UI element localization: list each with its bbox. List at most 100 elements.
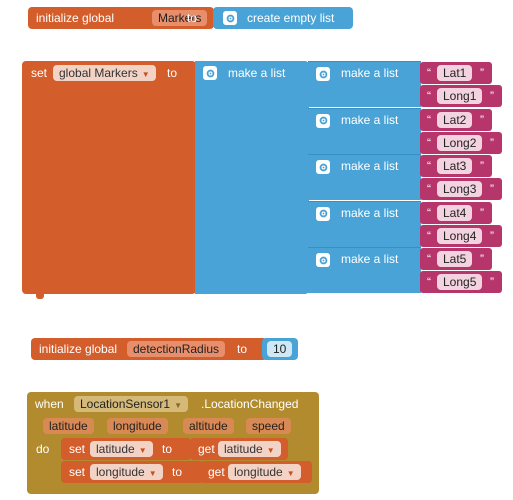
to-label: to (167, 66, 178, 80)
create-empty-list-block[interactable]: create empty list (213, 7, 353, 29)
to-label: to (237, 342, 248, 356)
to-label: to (187, 11, 198, 25)
open-quote: “ (427, 205, 431, 220)
get-var-label: longitude (234, 465, 283, 479)
gear-icon[interactable] (316, 253, 330, 267)
set-longitude-block[interactable]: set longitude ▼ to (61, 461, 203, 483)
var-name-field[interactable]: Markers (152, 10, 208, 26)
make-a-list-label: make a list (341, 205, 399, 220)
set-markers-block[interactable]: set global Markers ▼ to (22, 61, 196, 294)
var-dropdown[interactable]: global Markers ▼ (53, 65, 156, 81)
text-value-field[interactable]: Long2 (437, 134, 483, 151)
set-label: set (69, 442, 86, 456)
inner-make-a-list-block[interactable]: make a list (308, 61, 421, 107)
make-a-list-label: make a list (228, 66, 286, 80)
text-value-field[interactable]: Lat5 (437, 251, 473, 267)
create-empty-list-label: create empty list (247, 11, 335, 25)
close-quote: ” (480, 66, 484, 80)
set-latitude-block[interactable]: set latitude ▼ to (61, 438, 191, 460)
text-string-block[interactable]: “ Long2 ” (420, 131, 502, 154)
text-string-block[interactable]: “ Long5 ” (420, 271, 502, 293)
text-string-block[interactable]: “ Lat5 ” (420, 248, 492, 270)
text-string-block[interactable]: “ Long4 ” (420, 224, 502, 247)
param-altitude[interactable]: altitude (183, 418, 234, 434)
close-quote: ” (480, 205, 484, 220)
outer-make-a-list-block[interactable]: make a list (195, 61, 309, 294)
set-label: set (69, 465, 86, 479)
chevron-down-icon: ▼ (138, 446, 147, 455)
gear-icon[interactable] (203, 66, 217, 80)
text-string-block[interactable]: “ Long1 ” (420, 85, 502, 107)
inner-make-a-list-block[interactable]: make a list (308, 107, 421, 154)
gear-icon[interactable] (316, 160, 330, 174)
text-value-field[interactable]: Lat1 (437, 65, 473, 81)
var-dropdown[interactable]: longitude ▼ (90, 464, 163, 480)
chevron-down-icon: ▼ (174, 401, 182, 410)
init-label: initialize global (39, 342, 118, 356)
var-dropdown[interactable]: latitude ▼ (90, 441, 153, 457)
param-speed[interactable]: speed (246, 418, 291, 434)
make-a-list-label: make a list (341, 112, 399, 127)
to-label: to (172, 465, 183, 479)
open-quote: “ (427, 66, 431, 80)
init-label: initialize global (36, 11, 115, 25)
close-quote: ” (480, 112, 484, 127)
get-var-dropdown[interactable]: latitude ▼ (218, 441, 281, 457)
get-var-dropdown[interactable]: longitude ▼ (228, 464, 301, 480)
text-string-block[interactable]: “ Lat2 ” (420, 108, 492, 131)
get-latitude-block[interactable]: get latitude ▼ (190, 438, 288, 460)
open-quote: “ (427, 252, 431, 266)
gear-icon[interactable] (316, 67, 330, 81)
open-quote: “ (427, 112, 431, 127)
close-quote: ” (490, 89, 494, 103)
param-longitude[interactable]: longitude (107, 418, 168, 434)
var-dropdown-label: latitude (96, 442, 135, 456)
param-latitude[interactable]: latitude (43, 418, 94, 434)
when-label: when (35, 397, 64, 411)
block-notch (36, 293, 44, 299)
inner-make-a-list-block[interactable]: make a list (308, 200, 421, 247)
make-a-list-label: make a list (341, 159, 399, 173)
text-value-field[interactable]: Lat2 (437, 111, 473, 128)
make-a-list-label: make a list (341, 252, 399, 266)
text-value-field[interactable]: Long1 (437, 88, 483, 104)
open-quote: “ (427, 275, 431, 289)
close-quote: ” (490, 182, 494, 196)
close-quote: ” (490, 228, 494, 243)
to-label: to (162, 442, 173, 456)
inner-make-a-list-block[interactable]: make a list (308, 154, 421, 200)
text-string-block[interactable]: “ Lat4 ” (420, 201, 492, 224)
text-value-field[interactable]: Lat4 (437, 204, 473, 221)
close-quote: ” (480, 252, 484, 266)
get-longitude-block[interactable]: get longitude ▼ (200, 461, 312, 483)
chevron-down-icon: ▼ (141, 70, 150, 79)
var-dropdown-label: global Markers (59, 66, 138, 80)
text-value-field[interactable]: Long5 (437, 274, 483, 290)
number-field[interactable]: 10 (267, 341, 293, 357)
close-quote: ” (490, 135, 494, 150)
gear-icon[interactable] (316, 113, 330, 128)
open-quote: “ (427, 228, 431, 243)
text-value-field[interactable]: Long4 (437, 227, 483, 244)
text-value-field[interactable]: Lat3 (437, 158, 473, 174)
text-string-block[interactable]: “ Lat1 ” (420, 62, 492, 84)
do-label: do (36, 442, 50, 456)
set-label: set (31, 66, 48, 80)
gear-icon[interactable] (316, 206, 330, 221)
open-quote: “ (427, 182, 431, 196)
gear-icon[interactable] (223, 11, 237, 25)
init-detection-radius-block[interactable]: initialize global detectionRadius to (31, 338, 267, 360)
text-string-block[interactable]: “ Long3 ” (420, 178, 502, 200)
open-quote: “ (427, 159, 431, 173)
init-markers-block[interactable]: initialize global Markers to (28, 7, 214, 29)
var-name-field[interactable]: detectionRadius (127, 341, 226, 357)
text-value-field[interactable]: Long3 (437, 181, 483, 197)
text-string-block[interactable]: “ Lat3 ” (420, 155, 492, 177)
component-label: LocationSensor1 (80, 397, 171, 411)
make-a-list-label: make a list (341, 66, 399, 80)
number-block[interactable]: 10 (262, 338, 298, 360)
inner-make-a-list-block[interactable]: make a list (308, 247, 421, 293)
component-dropdown[interactable]: LocationSensor1 ▼ (74, 396, 188, 412)
chevron-down-icon: ▼ (286, 469, 295, 478)
event-name: .LocationChanged (201, 397, 299, 411)
